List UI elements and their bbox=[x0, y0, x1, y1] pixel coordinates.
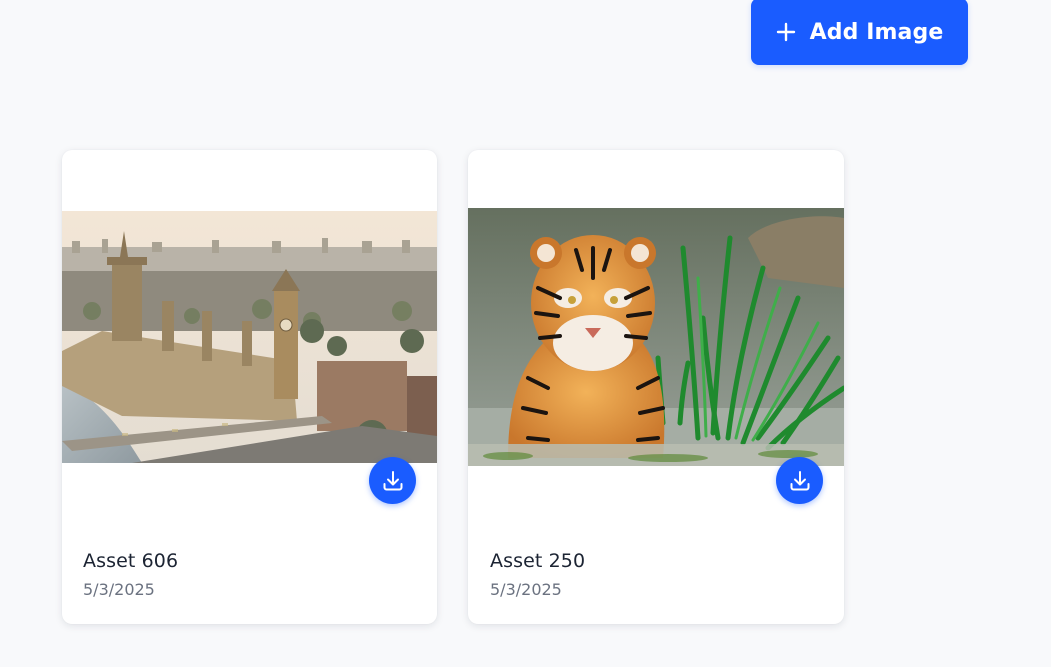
download-icon bbox=[790, 470, 809, 490]
asset-thumbnail-london[interactable] bbox=[62, 211, 437, 463]
asset-title: Asset 250 bbox=[490, 550, 586, 572]
tiger-image bbox=[468, 208, 844, 466]
asset-date: 5/3/2025 bbox=[490, 580, 562, 599]
download-button[interactable] bbox=[776, 457, 823, 504]
download-button[interactable] bbox=[369, 457, 416, 504]
asset-date: 5/3/2025 bbox=[83, 580, 155, 599]
add-image-label: Add Image bbox=[809, 19, 944, 45]
add-image-button[interactable]: Add Image bbox=[751, 0, 968, 65]
london-image bbox=[62, 211, 437, 463]
asset-card[interactable]: Asset 606 5/3/2025 bbox=[62, 150, 437, 624]
asset-thumbnail-tiger[interactable] bbox=[468, 208, 844, 466]
plus-icon bbox=[776, 22, 795, 42]
asset-title: Asset 606 bbox=[83, 550, 179, 572]
download-icon bbox=[383, 470, 402, 490]
asset-card[interactable]: Asset 250 5/3/2025 bbox=[468, 150, 844, 624]
